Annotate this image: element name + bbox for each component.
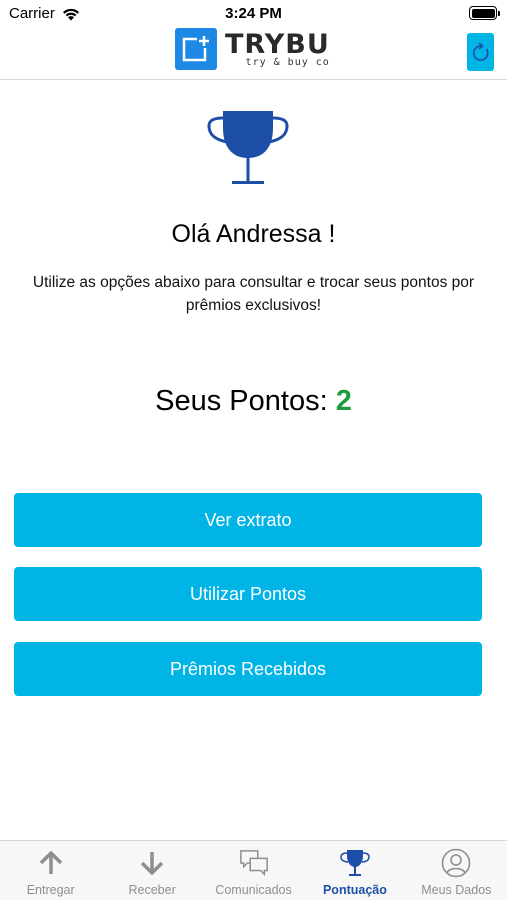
trophy-icon — [340, 848, 370, 878]
arrow-up-icon — [36, 848, 66, 878]
battery-icon — [469, 6, 500, 20]
tab-pontuacao[interactable]: Pontuação — [304, 841, 405, 900]
greeting-heading: Olá Andressa ! — [171, 220, 336, 248]
tab-receber[interactable]: Receber — [101, 841, 202, 900]
tab-comunicados[interactable]: Comunicados — [203, 841, 304, 900]
logo-title: TRYBU — [225, 28, 330, 60]
tab-label: Comunicados — [215, 883, 292, 897]
points-label: Seus Pontos: — [155, 385, 328, 417]
status-bar: Carrier 3:24 PM — [0, 0, 507, 28]
received-prizes-button[interactable]: Prêmios Recebidos — [14, 642, 482, 696]
refresh-button[interactable] — [467, 33, 494, 71]
tab-meus-dados[interactable]: Meus Dados — [406, 841, 507, 900]
trophy-icon — [207, 108, 289, 188]
tab-label: Receber — [128, 883, 176, 897]
points-display: Seus Pontos: 2 — [0, 385, 507, 418]
app-header: TRYBU try & buy co — [0, 28, 507, 80]
clock: 3:24 PM — [225, 5, 282, 22]
tab-label: Pontuação — [322, 883, 387, 897]
logo-subtitle: try & buy co — [245, 56, 330, 68]
tab-label: Meus Dados — [421, 883, 492, 897]
tab-entregar[interactable]: Entregar — [0, 841, 101, 900]
view-statement-button[interactable]: Ver extrato — [14, 493, 482, 547]
tab-bar: Entregar Receber Comunicados Pontuação M… — [0, 840, 507, 900]
tab-label: Entregar — [26, 883, 75, 897]
arrow-down-icon — [137, 848, 167, 878]
logo-mark-icon — [175, 28, 217, 70]
points-value: 2 — [335, 385, 352, 417]
refresh-icon — [472, 42, 489, 61]
chat-bubbles-icon — [239, 848, 269, 878]
use-points-button[interactable]: Utilizar Pontos — [14, 567, 482, 621]
user-circle-icon — [441, 848, 471, 878]
description-text: Utilize as opções abaixo para consultar … — [32, 274, 475, 314]
logo: TRYBU try & buy co — [175, 28, 330, 70]
